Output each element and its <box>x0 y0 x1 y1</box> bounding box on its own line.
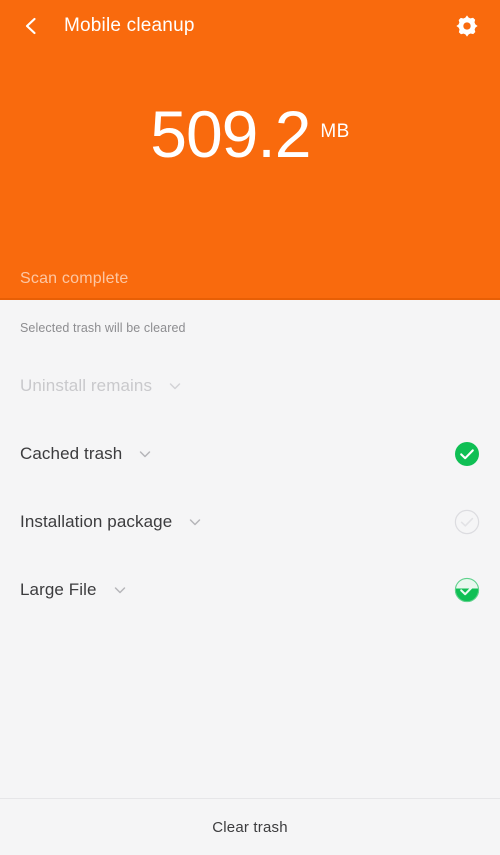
mobile-cleanup-screen: Mobile cleanup 509.2 MB Scan complete Se… <box>0 0 500 855</box>
trash-size-value: 509.2 <box>150 97 311 171</box>
trash-size-unit: MB <box>320 121 350 142</box>
chevron-down-icon[interactable] <box>186 513 204 531</box>
category-label: Uninstall remains <box>20 376 153 395</box>
category-label: Large File <box>20 580 97 599</box>
checkbox-partial-icon[interactable] <box>454 577 480 603</box>
list-item[interactable]: Installation package <box>0 488 500 556</box>
list-item[interactable]: Cached trash <box>0 420 500 488</box>
checkbox-unchecked-icon[interactable] <box>454 509 480 535</box>
list-item[interactable]: Large File <box>0 556 500 624</box>
chevron-down-icon[interactable] <box>111 581 129 599</box>
trash-size-readout: 509.2 MB <box>0 101 500 167</box>
category-label: Cached trash <box>20 444 123 463</box>
page-title: Mobile cleanup <box>64 15 195 36</box>
content-area: Selected trash will be cleared Uninstall… <box>0 300 500 798</box>
header: Mobile cleanup 509.2 MB Scan complete <box>0 0 500 300</box>
gear-icon <box>454 13 480 39</box>
chevron-down-icon[interactable] <box>136 445 154 463</box>
back-button[interactable] <box>14 9 48 43</box>
scan-status-text: Scan complete <box>20 270 129 287</box>
checkbox-checked-icon[interactable] <box>454 441 480 467</box>
selection-hint: Selected trash will be cleared <box>20 321 186 335</box>
settings-button[interactable] <box>450 9 484 43</box>
chevron-left-icon <box>20 15 42 37</box>
clear-trash-button[interactable]: Clear trash <box>0 798 500 855</box>
list-item[interactable]: Uninstall remains <box>0 352 500 420</box>
chevron-down-icon[interactable] <box>166 377 184 395</box>
clear-trash-label: Clear trash <box>212 818 288 836</box>
app-bar: Mobile cleanup <box>0 0 500 52</box>
category-label: Installation package <box>20 512 173 531</box>
trash-category-list: Uninstall remains Cached trash Installat… <box>0 352 500 624</box>
